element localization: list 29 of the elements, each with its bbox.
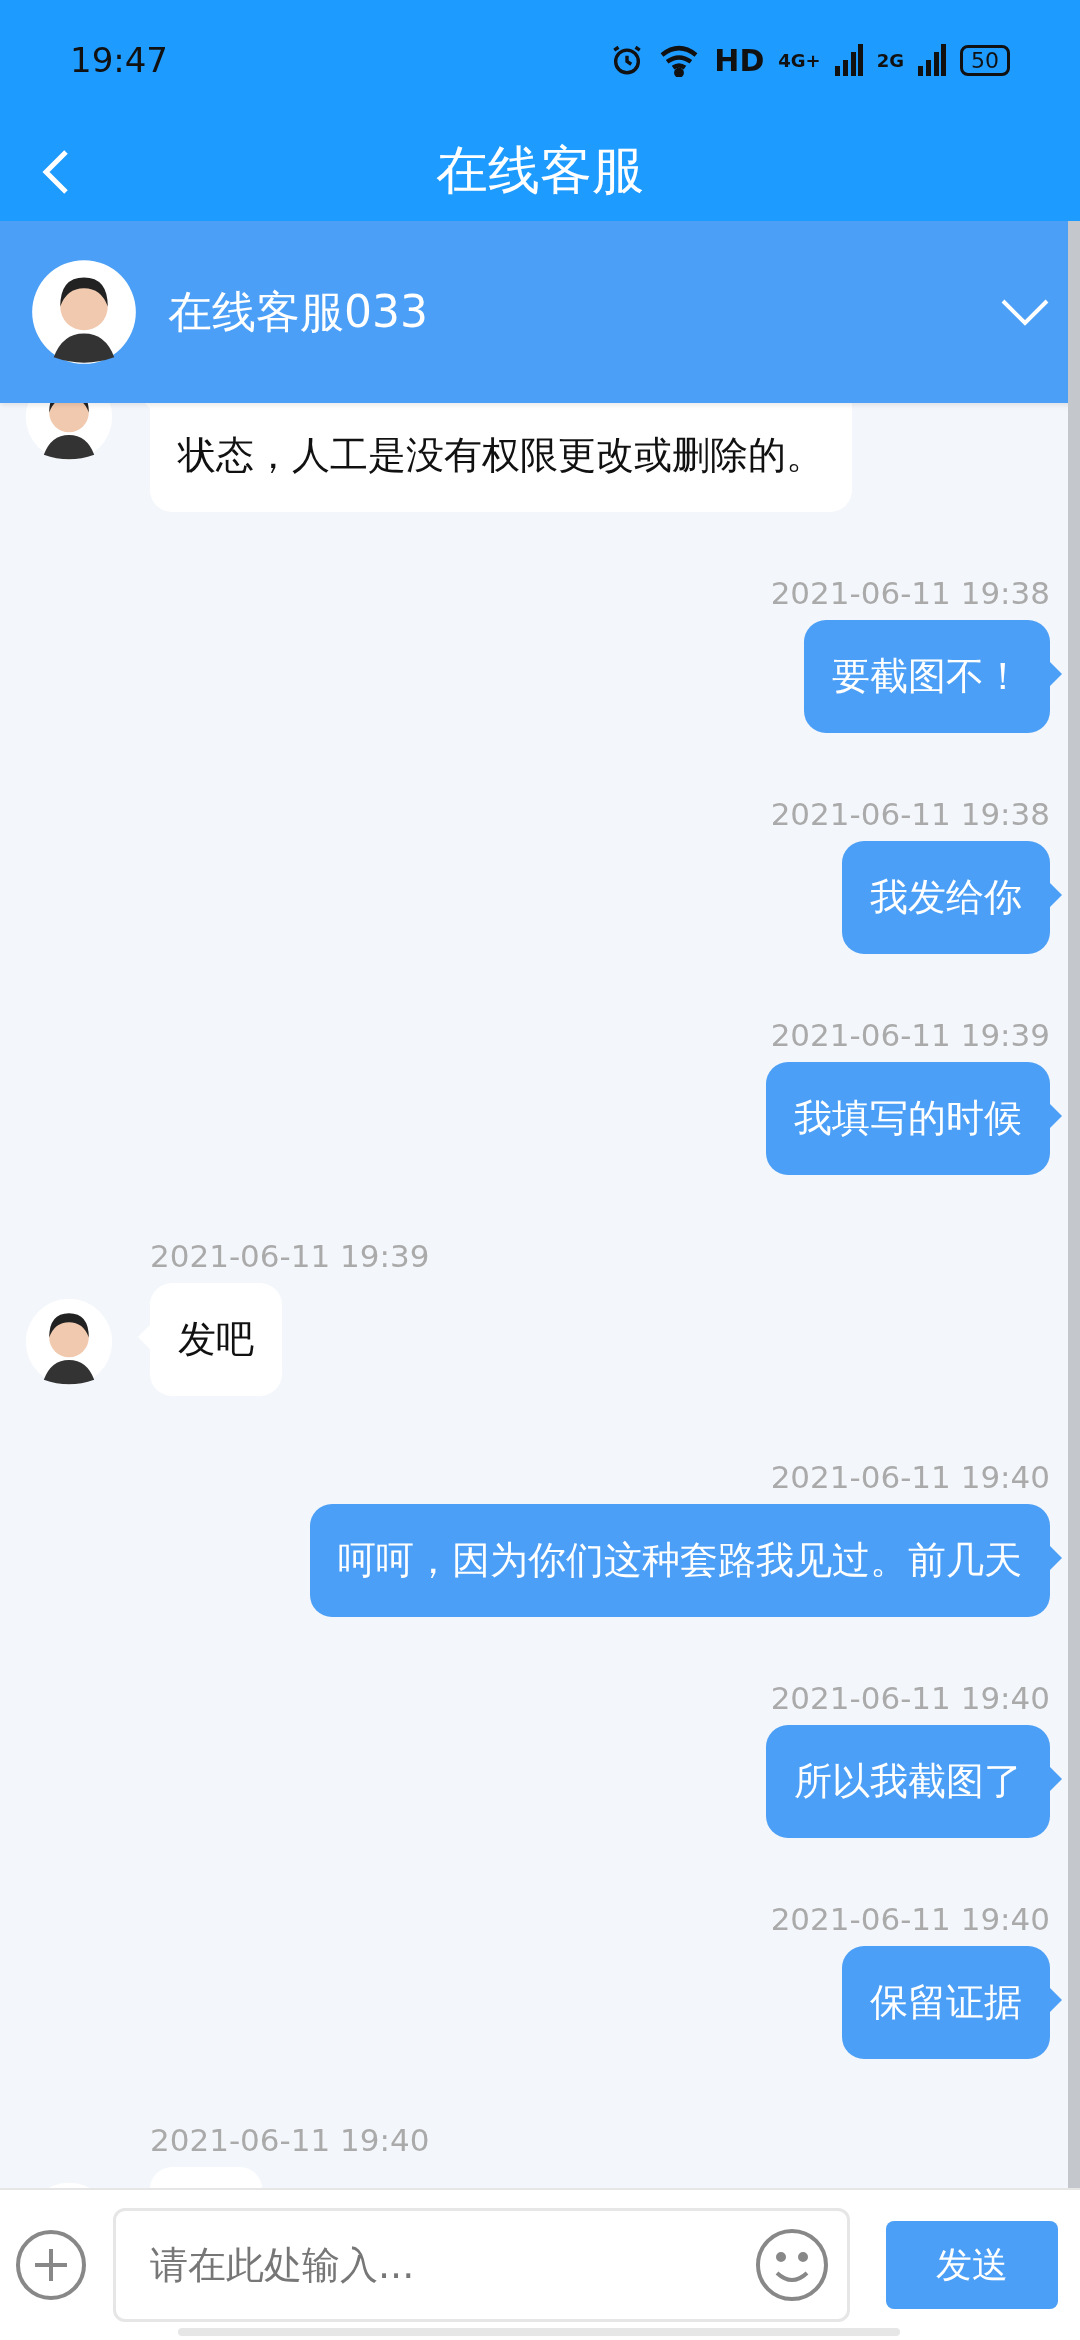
message-bubble: 我发给你 (842, 841, 1050, 954)
hd-label: HD (714, 42, 765, 78)
message-bubble: 所以我截图了 (766, 1725, 1050, 1838)
signal-icon (834, 44, 863, 76)
input-box[interactable]: 请在此处输入... (113, 2208, 850, 2322)
message-bubble: 发吧 (150, 1283, 282, 1396)
message-bubble: 呵呵，因为你们这种套路我见过。前几天 (310, 1504, 1050, 1617)
status-time: 19:47 (70, 40, 169, 80)
message-time: 2021-06-11 19:40 (770, 1900, 1050, 1939)
message-time: 2021-06-11 19:38 (770, 795, 1050, 834)
message-bubble: 我填写的时候 (766, 1062, 1050, 1175)
agent-name: 在线客服033 (168, 284, 429, 339)
message-bubble: 要截图不！ (804, 620, 1050, 733)
message-time: 2021-06-11 19:40 (770, 1458, 1050, 1497)
page-title: 在线客服 (436, 138, 644, 202)
message-time: 2021-06-11 19:39 (770, 1016, 1050, 1055)
network-label: 2G (876, 49, 904, 71)
send-button[interactable]: 发送 (886, 2221, 1058, 2309)
message-time: 2021-06-11 19:40 (150, 2121, 430, 2160)
message-time: 2021-06-11 19:40 (770, 1679, 1050, 1718)
message-time: 2021-06-11 19:38 (770, 574, 1050, 613)
message-time: 2021-06-11 19:39 (150, 1237, 430, 1276)
battery-icon: 50 (960, 44, 1010, 76)
emoji-icon[interactable] (755, 2228, 829, 2302)
chevron-down-icon[interactable] (1000, 297, 1050, 327)
signal-icon (918, 44, 946, 76)
plus-icon[interactable] (15, 2229, 87, 2301)
message-bubble: 保留证据 (842, 1946, 1050, 2059)
network-label: 4G+ (778, 49, 821, 71)
